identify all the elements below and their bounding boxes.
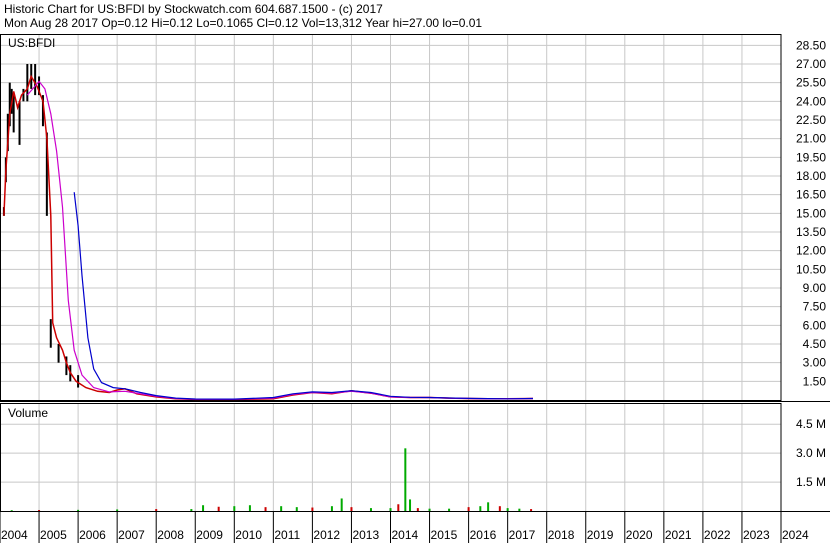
price-tick-label: 25.50 bbox=[796, 76, 826, 90]
ma-long-line bbox=[73, 192, 534, 400]
x-grid bbox=[0, 34, 782, 543]
price-tick-label: 3.00 bbox=[803, 356, 827, 370]
year-tick-label: 2013 bbox=[352, 528, 379, 542]
chart-window: Historic Chart for US:BFDI by Stockwatch… bbox=[0, 0, 830, 543]
price-tick-label: 13.50 bbox=[796, 225, 826, 239]
price-tick-label: 10.50 bbox=[796, 262, 826, 276]
year-tick-label: 2024 bbox=[782, 528, 809, 542]
year-tick-label: 2015 bbox=[431, 528, 458, 542]
price-close-line bbox=[3, 74, 534, 401]
price-lines bbox=[3, 74, 534, 401]
year-tick-label: 2019 bbox=[587, 528, 614, 542]
price-tick-label: 7.50 bbox=[803, 300, 827, 314]
year-tick-label: 2009 bbox=[196, 528, 223, 542]
volume-tick-label: 1.5 M bbox=[796, 475, 826, 489]
price-tick-label: 6.00 bbox=[803, 318, 827, 332]
year-tick-label: 2010 bbox=[235, 528, 262, 542]
price-tick-label: 27.00 bbox=[796, 57, 826, 71]
volume-tick-label: 4.5 M bbox=[796, 417, 826, 431]
price-tick-label: 4.50 bbox=[803, 337, 827, 351]
year-tick-label: 2005 bbox=[40, 528, 67, 542]
price-tick-label: 22.50 bbox=[796, 113, 826, 127]
price-tick-label: 16.50 bbox=[796, 188, 826, 202]
price-tick-label: 21.00 bbox=[796, 132, 826, 146]
price-tick-label: 19.50 bbox=[796, 150, 826, 164]
year-tick-label: 2007 bbox=[118, 528, 145, 542]
price-volume-chart: 1.50 3.00 4.50 6.00 7.50 9.00 10.50 12.00 13.50 1… bbox=[0, 34, 830, 543]
year-tick-label: 2018 bbox=[548, 528, 575, 542]
year-tick-label: 2017 bbox=[509, 528, 536, 542]
year-tick-label: 2020 bbox=[626, 528, 653, 542]
year-tick-label: 2006 bbox=[79, 528, 106, 542]
year-tick-label: 2011 bbox=[274, 528, 300, 542]
price-tick-label: 1.50 bbox=[803, 374, 827, 388]
year-tick-label: 2014 bbox=[392, 528, 419, 542]
price-tick-label: 18.00 bbox=[796, 169, 826, 183]
year-tick-label: 2008 bbox=[157, 528, 184, 542]
year-tick-label: 2021 bbox=[665, 528, 692, 542]
price-tick-label: 28.50 bbox=[796, 38, 826, 52]
price-tick-label: 15.00 bbox=[796, 206, 826, 220]
year-tick-label: 2012 bbox=[313, 528, 340, 542]
price-tick-label: 24.00 bbox=[796, 94, 826, 108]
volume-tick-label: 3.0 M bbox=[796, 446, 826, 460]
price-tick-label: 9.00 bbox=[803, 281, 827, 295]
ma-short-line bbox=[26, 80, 534, 400]
year-tick-label: 2004 bbox=[1, 528, 28, 542]
panel-frames bbox=[0, 34, 830, 512]
price-tick-label: 12.00 bbox=[796, 244, 826, 258]
year-tick-label: 2023 bbox=[743, 528, 770, 542]
year-tick-label: 2022 bbox=[704, 528, 731, 542]
volume-bars bbox=[10, 448, 533, 511]
symbol-label: US:BFDI bbox=[8, 36, 55, 50]
volume-label: Volume bbox=[8, 406, 48, 420]
price-bars bbox=[2, 64, 80, 388]
year-tick-label: 2016 bbox=[470, 528, 497, 542]
